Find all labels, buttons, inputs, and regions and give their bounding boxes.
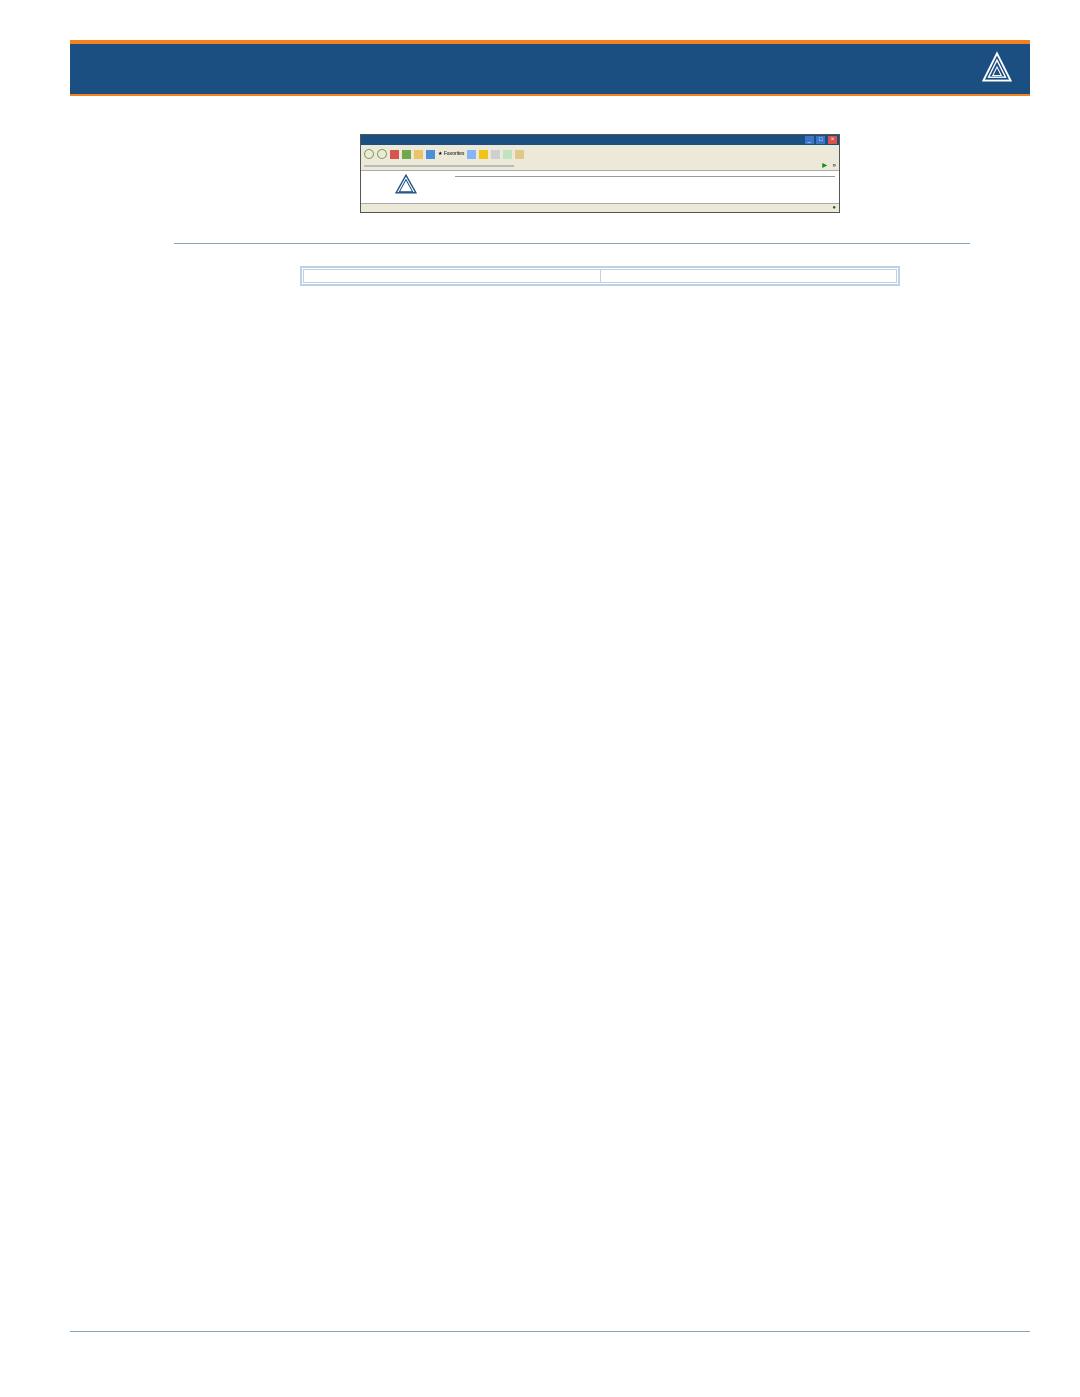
figure-2-screenshot: _ □ × ★ Favorites — [360, 134, 840, 213]
home-icon[interactable] — [414, 150, 423, 159]
browser-main — [451, 171, 839, 203]
history-icon[interactable] — [467, 150, 476, 159]
browser-titlebar: _ □ × — [361, 135, 839, 145]
toolbar-icon-a[interactable] — [503, 150, 512, 159]
table-header-row — [304, 270, 897, 283]
links-label[interactable]: » — [833, 163, 836, 169]
forward-icon[interactable] — [377, 149, 387, 159]
browser-statusbar: ● — [361, 203, 839, 212]
browser-body — [361, 171, 839, 203]
browser-addressbar: ▶ » — [361, 161, 839, 171]
go-button[interactable]: ▶ — [822, 163, 828, 169]
table-header — [600, 270, 897, 283]
browser-sidebar — [361, 171, 451, 203]
close-icon[interactable]: × — [828, 136, 837, 144]
refresh-icon[interactable] — [402, 150, 411, 159]
brand-triangle-icon — [395, 174, 417, 194]
document-page: _ □ × ★ Favorites — [70, 40, 1030, 1360]
page-footer — [70, 1331, 1030, 1340]
back-icon[interactable] — [364, 149, 374, 159]
device-server-info-table — [303, 269, 897, 283]
brand-logo-icon — [980, 50, 1014, 89]
toolbar-icon-b[interactable] — [515, 150, 524, 159]
favorites-label[interactable]: ★ Favorites — [438, 151, 464, 157]
window-buttons: _ □ × — [804, 136, 837, 144]
page-content: _ □ × ★ Favorites — [70, 96, 1030, 286]
print-icon[interactable] — [491, 150, 500, 159]
minimize-icon[interactable]: _ — [805, 136, 814, 144]
stop-icon[interactable] — [390, 150, 399, 159]
brand-block — [364, 174, 448, 194]
maximize-icon[interactable]: □ — [816, 136, 825, 144]
browser-toolbar: ★ Favorites — [361, 147, 839, 161]
table-header-empty — [304, 270, 601, 283]
section-rule-top — [174, 243, 970, 244]
search-icon[interactable] — [426, 150, 435, 159]
welcome-heading — [455, 174, 835, 177]
address-input[interactable] — [364, 165, 514, 167]
figure-3-table-wrap — [300, 266, 900, 286]
page-header — [70, 44, 1030, 94]
status-right: ● — [832, 205, 836, 211]
mail-icon[interactable] — [479, 150, 488, 159]
